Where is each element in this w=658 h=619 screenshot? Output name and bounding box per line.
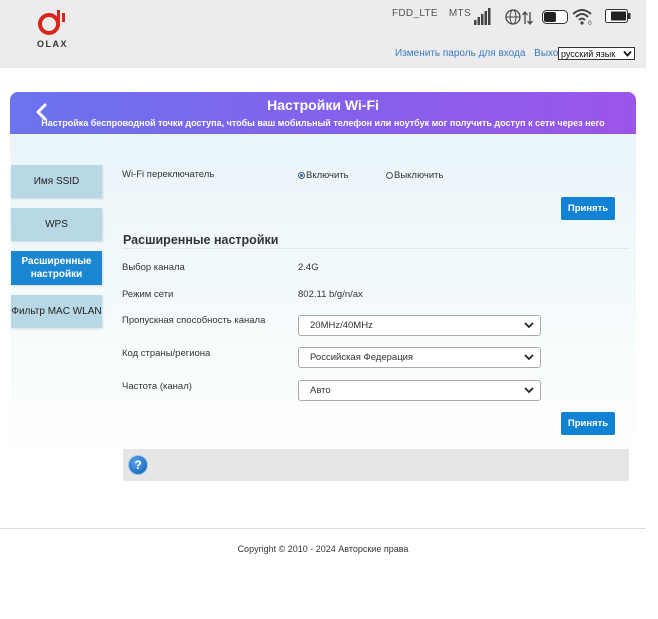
battery-icon [605,9,631,28]
network-mode-label: Режим сети [122,289,174,300]
frequency-select[interactable]: Авто [298,380,541,401]
bandwidth-select[interactable]: 20MHz/40MHz [298,315,541,336]
page-header: Настройки Wi-Fi Настройка беспроводной т… [10,92,636,134]
svg-text:0: 0 [588,20,592,26]
network-mode-value: 802.11 b/g/n/ax [298,289,363,300]
chevron-down-icon [524,354,534,361]
radio-unchecked-icon [386,172,393,179]
nav-advanced-settings[interactable]: Расширенные настройки [11,251,102,285]
language-select[interactable]: русский язык [558,47,635,60]
footer-divider [0,528,646,529]
change-password-link[interactable]: Изменить пароль для входа [395,48,525,59]
radio-checked-icon [298,172,305,179]
wifi-on-radio[interactable]: Включить [298,170,349,181]
wifi-switch-label: Wi-Fi переключатель [122,169,215,180]
top-links: Изменить пароль для входа Выход [395,48,564,59]
chevron-down-icon [524,387,534,394]
help-icon[interactable]: ? [129,456,147,474]
signal-strength-icon [474,8,492,30]
country-value: Российская Федерация [310,352,414,363]
status-bar: FDD_LTE MTS [392,8,471,19]
nav-label: Расширенные настройки [21,256,92,280]
advanced-section-title: Расширенные настройки [123,233,279,247]
olax-logo: OLAX [37,8,77,54]
channel-value: 2.4G [298,262,319,273]
nav-wps[interactable]: WPS [11,208,102,241]
wifi-icon: 0 [572,8,594,31]
country-label: Код страны/региона [122,348,211,359]
apply-button-wifi[interactable]: Принять [561,197,615,220]
country-select[interactable]: Российская Федерация [298,347,541,368]
sim-status-icon [542,10,568,29]
nav-ssid-name[interactable]: Имя SSID [11,165,102,198]
bandwidth-value: 20MHz/40MHz [310,320,373,331]
channel-label: Выбор канала [122,262,185,273]
chevron-down-icon [524,322,534,329]
frequency-value: Авто [310,385,331,396]
nav-label: WPS [45,219,68,230]
page-subtitle: Настройка беспроводной точки доступа, чт… [41,118,605,128]
apply-button-advanced[interactable]: Принять [561,412,615,435]
section-divider [122,248,629,249]
nav-label: Фильтр MAC WLAN [11,306,102,317]
help-bar [123,449,629,481]
nav-label: Имя SSID [33,176,80,187]
language-value: русский язык [561,49,616,59]
bandwidth-label: Пропускная способность канала [122,315,266,326]
nav-mac-filter[interactable]: Фильтр MAC WLAN [11,295,102,328]
copyright-text: Copyright © 2010 - 2024 Авторские права [237,544,409,554]
wifi-on-label: Включить [306,170,349,181]
top-bar: OLAX FDD_LTE MTS 0 Изменить пароль для в… [0,0,646,68]
wifi-off-radio[interactable]: Выключить [386,170,443,181]
logo-text: OLAX [37,39,69,49]
operator-name: MTS [448,8,471,19]
wifi-off-label: Выключить [394,170,444,181]
network-type: FDD_LTE [392,8,438,19]
chevron-down-icon [623,49,632,62]
internet-connection-icon [505,9,533,31]
page-title: Настройки Wi-Fi [267,97,379,113]
frequency-label: Частота (канал) [122,381,192,392]
